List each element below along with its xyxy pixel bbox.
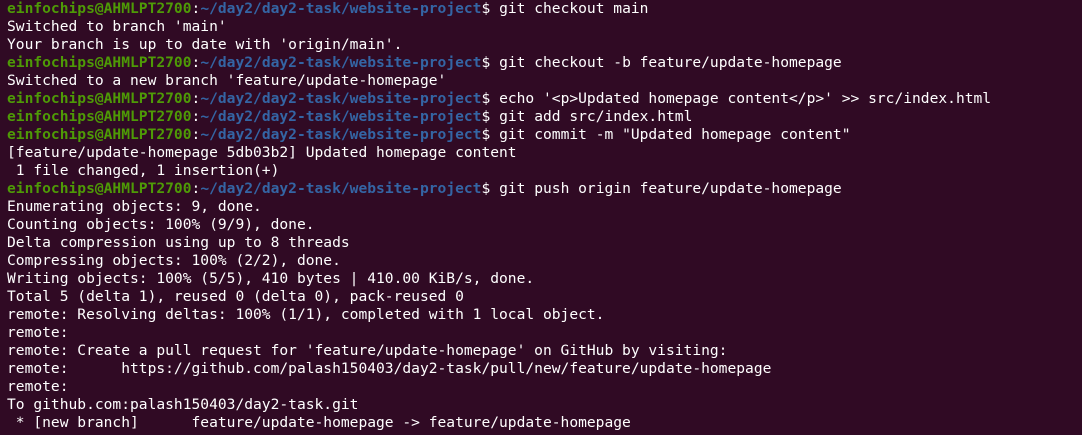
prompt-user: einfochips@AHMLPT2700 xyxy=(7,126,192,143)
command-text: git add src/index.html xyxy=(499,108,693,125)
prompt-separator: : xyxy=(191,126,201,143)
terminal-output-line: Enumerating objects: 9, done. xyxy=(7,198,1082,216)
command-text: echo '<p>Updated homepage content</p>' >… xyxy=(499,90,992,107)
output-text: Writing objects: 100% (5/5), 410 bytes |… xyxy=(7,270,535,287)
prompt-user: einfochips@AHMLPT2700 xyxy=(7,180,192,197)
prompt-separator: : xyxy=(191,108,201,125)
output-text: Switched to branch 'main' xyxy=(7,18,227,35)
terminal-window[interactable]: einfochips@AHMLPT2700:~/day2/day2-task/w… xyxy=(0,0,1082,435)
terminal-command-line: einfochips@AHMLPT2700:~/day2/day2-task/w… xyxy=(7,126,1082,144)
output-text: remote: Create a pull request for 'featu… xyxy=(7,342,728,359)
terminal-output-line: Total 5 (delta 1), reused 0 (delta 0), p… xyxy=(7,288,1082,306)
prompt-symbol: $ xyxy=(481,90,500,107)
output-text: [feature/update-homepage 5db03b2] Update… xyxy=(7,144,517,161)
prompt-user: einfochips@AHMLPT2700 xyxy=(7,54,192,71)
prompt-user: einfochips@AHMLPT2700 xyxy=(7,108,192,125)
terminal-command-line: einfochips@AHMLPT2700:~/day2/day2-task/w… xyxy=(7,0,1082,18)
terminal-output-line: Your branch is up to date with 'origin/m… xyxy=(7,36,1082,54)
terminal-output-line: remote: xyxy=(7,324,1082,342)
terminal-output-line: Switched to a new branch 'feature/update… xyxy=(7,72,1082,90)
terminal-output-line: Delta compression using up to 8 threads xyxy=(7,234,1082,252)
prompt-separator: : xyxy=(191,180,201,197)
prompt-path: ~/day2/day2-task/website-project xyxy=(200,180,482,197)
terminal-output-line: Counting objects: 100% (9/9), done. xyxy=(7,216,1082,234)
prompt-path: ~/day2/day2-task/website-project xyxy=(200,90,482,107)
prompt-path: ~/day2/day2-task/website-project xyxy=(200,54,482,71)
prompt-path: ~/day2/day2-task/website-project xyxy=(200,126,482,143)
output-text: Switched to a new branch 'feature/update… xyxy=(7,72,447,89)
prompt-symbol: $ xyxy=(481,126,500,143)
prompt-user: einfochips@AHMLPT2700 xyxy=(7,90,192,107)
output-text: Enumerating objects: 9, done. xyxy=(7,198,262,215)
terminal-output-line: 1 file changed, 1 insertion(+) xyxy=(7,162,1082,180)
output-text: * [new branch] feature/update-homepage -… xyxy=(7,414,631,431)
terminal-output-line: * [new branch] feature/update-homepage -… xyxy=(7,414,1082,432)
command-text: git checkout -b feature/update-homepage xyxy=(499,54,842,71)
terminal-output-line: Compressing objects: 100% (2/2), done. xyxy=(7,252,1082,270)
prompt-symbol: $ xyxy=(481,0,500,17)
terminal-output-line: remote: Create a pull request for 'featu… xyxy=(7,342,1082,360)
terminal-output-line: remote: xyxy=(7,378,1082,396)
output-text: Delta compression using up to 8 threads xyxy=(7,234,350,251)
output-text: remote: xyxy=(7,378,69,395)
output-text: Total 5 (delta 1), reused 0 (delta 0), p… xyxy=(7,288,464,305)
command-text: git commit -m "Updated homepage content" xyxy=(499,126,851,143)
output-text: Counting objects: 100% (9/9), done. xyxy=(7,216,315,233)
prompt-separator: : xyxy=(191,0,201,17)
command-text: git checkout main xyxy=(499,0,649,17)
terminal-output-line: remote: https://github.com/palash150403/… xyxy=(7,360,1082,378)
prompt-user: einfochips@AHMLPT2700 xyxy=(7,0,192,17)
prompt-path: ~/day2/day2-task/website-project xyxy=(200,108,482,125)
output-text: remote: Resolving deltas: 100% (1/1), co… xyxy=(7,306,605,323)
terminal-command-line: einfochips@AHMLPT2700:~/day2/day2-task/w… xyxy=(7,180,1082,198)
terminal-command-line: einfochips@AHMLPT2700:~/day2/day2-task/w… xyxy=(7,54,1082,72)
output-text: 1 file changed, 1 insertion(+) xyxy=(7,162,280,179)
terminal-command-line: einfochips@AHMLPT2700:~/day2/day2-task/w… xyxy=(7,108,1082,126)
terminal-output-line: Switched to branch 'main' xyxy=(7,18,1082,36)
output-text: Compressing objects: 100% (2/2), done. xyxy=(7,252,341,269)
prompt-symbol: $ xyxy=(481,54,500,71)
prompt-symbol: $ xyxy=(481,180,500,197)
prompt-separator: : xyxy=(191,90,201,107)
output-text: Your branch is up to date with 'origin/m… xyxy=(7,36,403,53)
terminal-output-line: remote: Resolving deltas: 100% (1/1), co… xyxy=(7,306,1082,324)
output-text: remote: xyxy=(7,324,69,341)
prompt-separator: : xyxy=(191,54,201,71)
terminal-output-line: To github.com:palash150403/day2-task.git xyxy=(7,396,1082,414)
terminal-command-line: einfochips@AHMLPT2700:~/day2/day2-task/w… xyxy=(7,90,1082,108)
prompt-symbol: $ xyxy=(481,108,500,125)
terminal-output-line: [feature/update-homepage 5db03b2] Update… xyxy=(7,144,1082,162)
prompt-path: ~/day2/day2-task/website-project xyxy=(200,0,482,17)
terminal-output-line: Writing objects: 100% (5/5), 410 bytes |… xyxy=(7,270,1082,288)
command-text: git push origin feature/update-homepage xyxy=(499,180,842,197)
output-text: remote: https://github.com/palash150403/… xyxy=(7,360,772,377)
output-text: To github.com:palash150403/day2-task.git xyxy=(7,396,359,413)
